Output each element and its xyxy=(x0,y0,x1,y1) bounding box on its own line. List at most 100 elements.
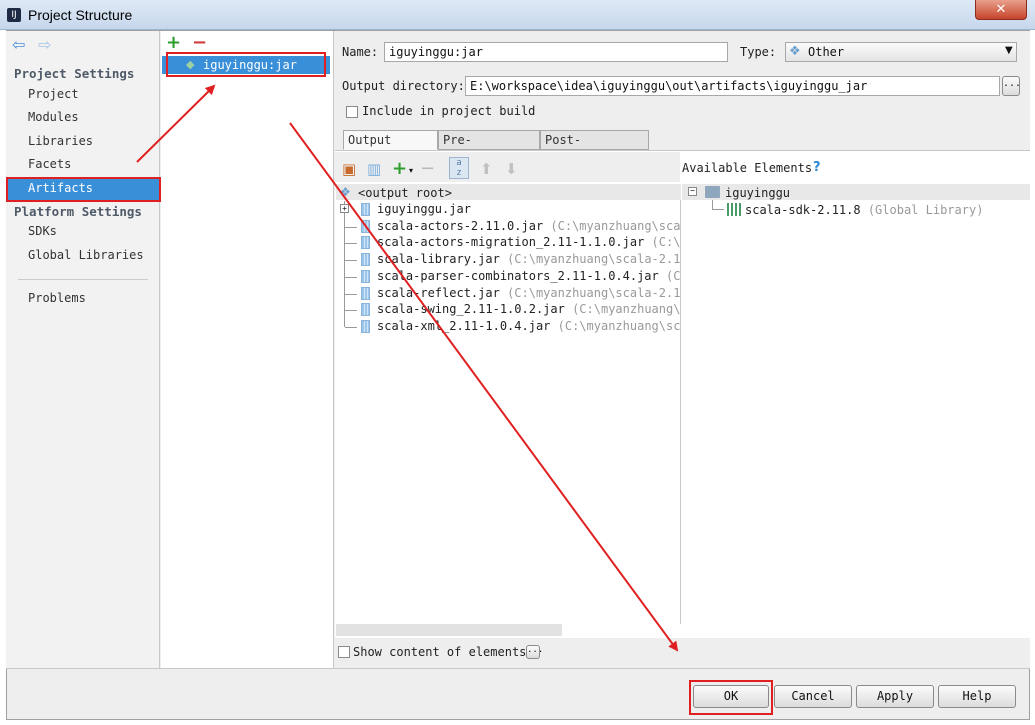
project-settings-header: Project Settings xyxy=(14,66,135,81)
output-tree-item[interactable]: scala-swing_2.11-1.0.2.jar (C:\myanzhuan… xyxy=(377,302,681,316)
move-down-icon[interactable]: ⬇ xyxy=(505,160,518,178)
title-bar xyxy=(0,0,1035,30)
sort-alphabetically-icon[interactable]: az xyxy=(449,157,469,179)
chevron-down-icon: ▼ xyxy=(1005,45,1013,56)
back-arrow-icon[interactable]: ⇦ xyxy=(12,35,25,54)
nav-item-facets[interactable]: Facets xyxy=(28,157,71,171)
tree-guide-line xyxy=(345,277,357,278)
jar-file-icon xyxy=(361,203,370,216)
available-child-item[interactable]: scala-sdk-2.11.8 (Global Library) xyxy=(745,203,983,217)
artifact-list-pane xyxy=(161,31,334,668)
type-select[interactable]: Other xyxy=(785,42,1017,62)
tab-post-processing[interactable]: Post-processing xyxy=(540,130,649,165)
tab-pre-processing[interactable]: Pre-processing xyxy=(438,130,540,165)
output-directory-field[interactable]: E:\workspace\idea\iguyinggu\out\artifact… xyxy=(465,76,1000,96)
jar-file-icon xyxy=(361,220,370,233)
include-in-build-checkbox[interactable] xyxy=(346,106,358,118)
show-content-label: Show content of elements xyxy=(353,645,527,659)
nav-item-modules[interactable]: Modules xyxy=(28,110,79,124)
output-tree-item[interactable]: scala-xml_2.11-1.0.4.jar (C:\myanzhuang\… xyxy=(377,319,681,333)
jar-file-icon xyxy=(361,320,370,333)
nav-item-problems[interactable]: Problems xyxy=(28,291,86,305)
output-tree-item-path: (C:\myanzhuang\scal xyxy=(572,302,681,316)
help-button[interactable]: Help xyxy=(938,685,1016,708)
output-tree-item[interactable]: scala-actors-2.11.0.jar (C:\myanzhuang\s… xyxy=(377,219,681,233)
output-tree-item[interactable]: scala-reflect.jar (C:\myanzhuang\scala-2… xyxy=(377,286,681,300)
output-tree-item[interactable]: iguyinggu.jar xyxy=(377,202,471,216)
add-jar-icon[interactable]: ▥ xyxy=(367,160,381,178)
available-child-path: (Global Library) xyxy=(867,203,984,217)
tree-guide-line xyxy=(345,243,357,244)
annotation-box-ok xyxy=(689,680,773,715)
close-button[interactable]: ✕ xyxy=(975,0,1027,20)
browse-output-directory-button[interactable]: ... xyxy=(1002,76,1021,96)
tree-guide-line xyxy=(345,310,357,311)
nav-item-global-libraries[interactable]: Global Libraries xyxy=(28,248,144,262)
tree-guide-line xyxy=(712,200,713,209)
tree-guide-line xyxy=(344,201,345,327)
output-tree-item-name: scala-reflect.jar xyxy=(377,286,500,300)
add-element-icon[interactable]: + xyxy=(392,158,407,179)
output-tree-item-path: (C:\myanzhuang\scala-2.11.8\ xyxy=(507,252,681,266)
tree-guide-line xyxy=(712,209,724,210)
output-tree-item-name: iguyinggu.jar xyxy=(377,202,471,216)
nav-item-sdks[interactable]: SDKs xyxy=(28,224,57,238)
annotation-box-artifact xyxy=(166,52,326,77)
output-tree-item-name: scala-actors-migration_2.11-1.1.0.jar xyxy=(377,235,645,249)
remove-artifact-icon[interactable]: − xyxy=(192,32,207,53)
available-elements-tree xyxy=(682,184,1030,624)
tree-guide-line xyxy=(345,327,357,328)
show-content-options-button[interactable]: ... xyxy=(526,645,543,659)
nav-item-libraries[interactable]: Libraries xyxy=(28,134,93,148)
available-elements-label: Available Elements xyxy=(682,161,813,175)
settings-nav-pane xyxy=(6,31,160,668)
name-label: Name: xyxy=(342,45,379,59)
tree-guide-line xyxy=(345,260,357,261)
move-up-icon[interactable]: ⬆ xyxy=(480,160,493,178)
tree-guide-line xyxy=(345,227,357,228)
type-label: Type: xyxy=(740,45,777,59)
apply-button[interactable]: Apply xyxy=(856,685,934,708)
output-tree-item-name: scala-actors-2.11.0.jar xyxy=(377,219,544,233)
window-title: Project Structure xyxy=(28,7,133,23)
nav-item-project[interactable]: Project xyxy=(28,87,79,101)
create-directory-icon[interactable]: ▣ xyxy=(342,160,356,178)
output-tree-item-name: scala-library.jar xyxy=(377,252,500,266)
output-tree-item-name: scala-xml_2.11-1.0.4.jar xyxy=(377,319,551,333)
platform-settings-header: Platform Settings xyxy=(14,204,142,219)
app-icon: IJ xyxy=(7,8,21,22)
jar-file-icon xyxy=(361,303,370,316)
library-icon xyxy=(727,203,741,216)
tab-output-layout[interactable]: Output Layout xyxy=(343,130,438,165)
output-layout-tree xyxy=(336,184,681,624)
output-root-icon: ❖ xyxy=(340,185,351,199)
output-tree-item-path: (C:\myanzhuang\scala-2.11.8\ xyxy=(507,286,681,300)
collapse-toggle-icon[interactable]: − xyxy=(688,187,697,196)
forward-arrow-icon[interactable]: ⇨ xyxy=(38,35,51,54)
bottom-divider xyxy=(6,668,1030,669)
output-root-label: <output root> xyxy=(358,186,452,200)
module-folder-icon xyxy=(705,186,720,198)
output-tree-item-path: (C:\myan xyxy=(651,235,681,249)
add-artifact-icon[interactable]: + xyxy=(166,32,181,53)
show-content-checkbox[interactable] xyxy=(338,646,350,658)
cancel-button[interactable]: Cancel xyxy=(774,685,852,708)
expand-toggle-icon[interactable]: + xyxy=(340,204,349,213)
output-tree-item-path: (C:\myanzhuang\scala- xyxy=(557,319,681,333)
output-tree-item-path: (C:\my xyxy=(666,269,681,283)
output-tree-item[interactable]: scala-parser-combinators_2.11-1.0.4.jar … xyxy=(377,269,681,283)
output-tree-item[interactable]: scala-library.jar (C:\myanzhuang\scala-2… xyxy=(377,252,681,266)
jar-file-icon xyxy=(361,253,370,266)
output-tree-item-name: scala-swing_2.11-1.0.2.jar xyxy=(377,302,565,316)
output-tree-item[interactable]: scala-actors-migration_2.11-1.1.0.jar (C… xyxy=(377,235,681,249)
output-tree-item-name: scala-parser-combinators_2.11-1.0.4.jar xyxy=(377,269,659,283)
available-child-name: scala-sdk-2.11.8 xyxy=(745,203,861,217)
help-icon[interactable]: ? xyxy=(813,160,821,175)
jar-file-icon xyxy=(361,236,370,249)
nav-item-artifacts-label: Artifacts xyxy=(28,181,94,195)
add-dropdown-icon[interactable]: ▾ xyxy=(409,166,413,175)
horizontal-scrollbar[interactable] xyxy=(336,624,562,636)
tree-guide-line xyxy=(345,294,357,295)
remove-element-icon[interactable]: − xyxy=(420,158,435,179)
name-field[interactable]: iguyinggu:jar xyxy=(384,42,728,62)
